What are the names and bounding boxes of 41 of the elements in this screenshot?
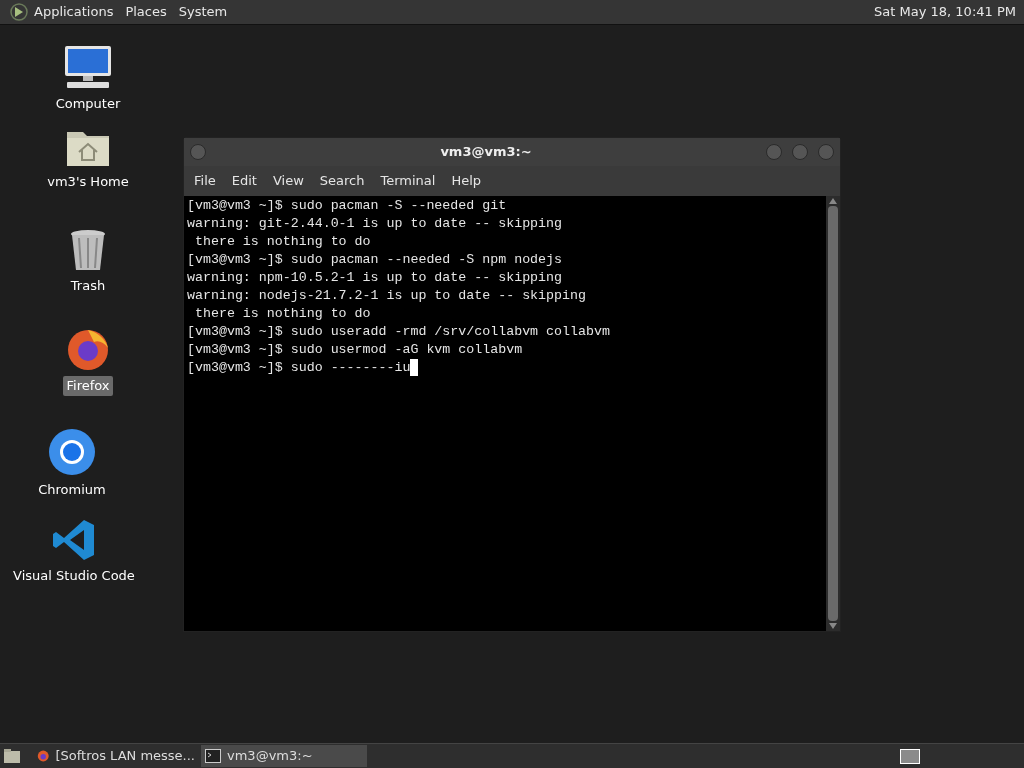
firefox-icon — [37, 748, 50, 764]
clock[interactable]: Sat May 18, 10:41 PM — [874, 2, 1016, 22]
terminal-line: warning: nodejs-21.7.2-1 is up to date -- skipping — [187, 287, 586, 305]
terminal-line: there is nothing to do — [193, 233, 371, 251]
terminal-line: [vm3@vm3 ~]$ sudo pacman --needed -S npm nodejs — [187, 251, 563, 269]
scroll-up-icon[interactable] — [829, 198, 837, 204]
terminal-line: [vm3@vm3 ~]$ sudo --------iu — [187, 359, 411, 377]
terminal-line: there is nothing to do — [193, 305, 371, 323]
window-title: vm3@vm3:~ — [439, 143, 533, 162]
scroll-thumb[interactable] — [828, 206, 838, 621]
desktop-icon-label[interactable]: Trash — [67, 276, 109, 296]
terminal-line: warning: npm-10.5.2-1 is up to date -- skipping — [187, 269, 563, 287]
logo-icon — [10, 3, 28, 21]
chromium-icon — [48, 428, 96, 476]
desktop-icon-label[interactable]: Visual Studio Code — [10, 566, 138, 586]
terminal-line: [vm3@vm3 ~]$ sudo usermod -aG kvm collabvm — [187, 341, 523, 359]
terminal-icon — [205, 749, 221, 763]
desktop-icon-label[interactable]: vm3's Home — [44, 172, 132, 192]
panel-menu[interactable]: Places — [125, 2, 167, 22]
terminal-line: [vm3@vm3 ~]$ sudo useradd -rmd /srv/collabvm collabvm — [187, 323, 610, 341]
trash-icon — [69, 228, 107, 272]
terminal-line: warning: git-2.44.0-1 is up to date -- skipping — [187, 215, 563, 233]
scroll-down-icon[interactable] — [829, 623, 837, 629]
menu-item[interactable]: File — [186, 171, 224, 191]
menu-item[interactable]: Help — [443, 171, 490, 191]
monitor-icon — [63, 44, 113, 90]
menu-item[interactable]: View — [264, 171, 312, 191]
taskbar-button[interactable]: [Softros LAN messe... — [33, 745, 199, 767]
menu-item[interactable]: Search — [311, 171, 373, 191]
vscode-icon — [52, 518, 96, 562]
terminal-line: [vm3@vm3 ~]$ sudo pacman -S --needed git — [187, 197, 507, 215]
desktop-icon-label[interactable]: Computer — [52, 94, 124, 114]
show-desktop-icon[interactable] — [3, 748, 21, 764]
panel-menu[interactable]: System — [178, 2, 228, 22]
menu-item[interactable]: Terminal — [372, 171, 444, 191]
desktop-icon-label[interactable]: Firefox — [63, 376, 113, 396]
panel-menu[interactable]: Applications — [34, 2, 114, 22]
taskbar-button[interactable]: vm3@vm3:~ — [201, 745, 367, 767]
workspace-switcher[interactable] — [900, 748, 920, 764]
menu-item[interactable]: Edit — [223, 171, 265, 191]
desktop-icon-label[interactable]: Chromium — [35, 480, 109, 500]
